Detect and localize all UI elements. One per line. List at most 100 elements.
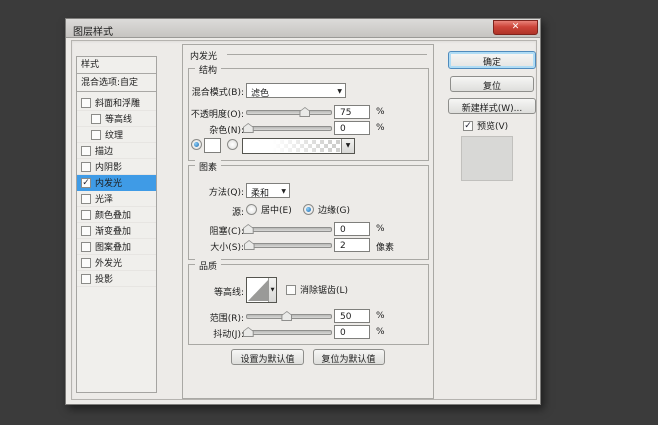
sidebar-item-inner-glow[interactable]: 内发光 [77,175,156,191]
radio-selected-icon[interactable] [303,204,314,215]
source-center-label: 居中(E) [261,206,292,216]
reset-default-button[interactable]: 复位为默认值 [312,349,385,365]
noise-slider[interactable] [242,123,332,134]
checkbox-icon[interactable] [81,241,91,252]
contour-label: 等高线: [213,288,244,298]
contour-curve-icon [248,279,269,301]
sidebar-item-label: 内发光 [95,179,123,189]
checkbox-icon[interactable] [81,273,91,284]
glow-color-swatch[interactable] [204,138,221,153]
checkbox-icon[interactable] [81,161,91,172]
jitter-row: 抖动(J): 0 % [189,325,426,341]
color-radio[interactable] [191,139,202,150]
sidebar-item-texture[interactable]: 纹理 [77,127,156,143]
sidebar-item-outer-glow[interactable]: 外发光 [77,255,156,271]
size-slider-thumb[interactable] [243,240,255,250]
checkbox-icon[interactable] [91,113,101,124]
new-style-button[interactable]: 新建样式(W)... [448,98,536,114]
choke-input[interactable]: 0 [334,222,370,236]
jitter-label: 抖动(J): [213,330,244,340]
source-label: 源: [231,208,244,218]
blend-mode-label: 混合模式(B): [191,88,244,98]
ok-button[interactable]: 确定 [448,51,536,69]
range-input[interactable]: 50 [334,309,370,323]
sidebar-item-label: 纹理 [105,131,124,141]
antialias-label: 消除锯齿(L) [300,286,349,296]
noise-slider-thumb[interactable] [242,123,254,133]
size-row: 大小(S): 2 像素 [189,238,426,254]
checkbox-icon[interactable] [81,209,91,220]
jitter-input[interactable]: 0 [334,325,370,339]
size-unit: 像素 [376,243,395,253]
choke-slider-thumb[interactable] [242,224,254,234]
size-input[interactable]: 2 [334,238,370,252]
make-default-button[interactable]: 设置为默认值 [231,349,304,365]
chevron-down-icon[interactable]: ▼ [341,139,354,153]
close-button[interactable]: ✕ [493,20,538,35]
jitter-slider-thumb[interactable] [242,327,254,337]
source-edge-option[interactable]: 边缘(G) [303,203,350,216]
panel-footer: 设置为默认值 复位为默认值 [183,349,433,365]
checkbox-checked-icon[interactable] [463,120,473,131]
noise-input[interactable]: 0 [334,121,370,135]
gradient-radio[interactable] [227,139,238,150]
jitter-slider[interactable] [242,327,332,338]
sidebar-item-gradient-overlay[interactable]: 渐变叠加 [77,223,156,239]
technique-label: 方法(Q): [208,188,244,198]
range-row: 范围(R): 50 % [189,309,426,325]
contour-thumbnail [248,279,269,301]
sidebar-item-blending-options[interactable]: 混合选项:自定 [77,74,156,92]
contour-picker[interactable]: ▼ [246,277,277,303]
size-label: 大小(S): [210,243,244,253]
chevron-down-icon[interactable]: ▼ [268,278,276,302]
radio-icon[interactable] [246,204,257,215]
reset-button[interactable]: 复位 [450,76,534,92]
opacity-slider[interactable] [246,107,332,118]
elements-legend: 图素 [195,160,222,173]
sidebar-item-stroke[interactable]: 描边 [77,143,156,159]
sidebar-item-bevel-emboss[interactable]: 斜面和浮雕 [77,95,156,111]
range-slider-thumb[interactable] [281,311,293,321]
inner-glow-panel: 内发光 结构 混合模式(B): 滤色 ▼ 不透明度(O): 75 % 杂色(N)… [182,44,434,399]
checkbox-icon[interactable] [91,129,101,140]
checkbox-icon[interactable] [81,225,91,236]
choke-slider[interactable] [242,224,332,235]
preview-option[interactable]: 预览(V) [463,119,508,132]
source-center-option[interactable]: 居中(E) [246,203,292,216]
range-slider[interactable] [246,311,332,322]
checkbox-icon[interactable] [286,284,296,295]
noise-slider-track [246,126,332,131]
sidebar-item-inner-shadow[interactable]: 内阴影 [77,159,156,175]
gradient-preview [244,140,340,152]
checkbox-icon[interactable] [81,97,91,108]
blend-mode-select[interactable]: 滤色 ▼ [246,83,346,99]
structure-legend: 结构 [195,63,222,76]
dialog-title: 图层样式 [73,27,113,38]
sidebar-item-contour[interactable]: 等高线 [77,111,156,127]
size-slider[interactable] [243,240,332,251]
checkbox-icon[interactable] [81,193,91,204]
choke-slider-track [246,227,332,232]
checkbox-icon[interactable] [81,257,91,268]
opacity-slider-thumb[interactable] [299,107,311,117]
glow-color-row: ▼ [189,138,426,154]
quality-group: 品质 等高线: ▼ 消除锯齿(L) 范围(R): 50 % 抖动(J): 0 % [188,259,429,345]
technique-select[interactable]: 柔和 ▼ [246,183,290,199]
preview-thumbnail [461,136,513,181]
dialog-titlebar[interactable]: 图层样式 ✕ [66,19,540,38]
antialias-option[interactable]: 消除锯齿(L) [286,283,348,296]
jitter-slider-track [246,330,332,335]
noise-label: 杂色(N): [209,126,244,136]
opacity-row: 不透明度(O): 75 % [189,105,426,121]
opacity-input[interactable]: 75 [334,105,370,119]
layer-style-dialog: 图层样式 ✕ 样式 混合选项:自定 斜面和浮雕 等高线 纹理 描边 内阴影 ✓ … [65,18,541,405]
checkbox-checked-icon[interactable] [81,177,91,188]
sidebar-item-color-overlay[interactable]: 颜色叠加 [77,207,156,223]
gradient-picker[interactable]: ▼ [242,138,355,154]
sidebar-item-satin[interactable]: 光泽 [77,191,156,207]
sidebar-item-pattern-overlay[interactable]: 图案叠加 [77,239,156,255]
choke-label: 阻塞(C): [209,227,244,237]
sidebar-item-drop-shadow[interactable]: 投影 [77,271,156,287]
checkbox-icon[interactable] [81,145,91,156]
contour-row: 等高线: ▼ 消除锯齿(L) [189,277,426,303]
